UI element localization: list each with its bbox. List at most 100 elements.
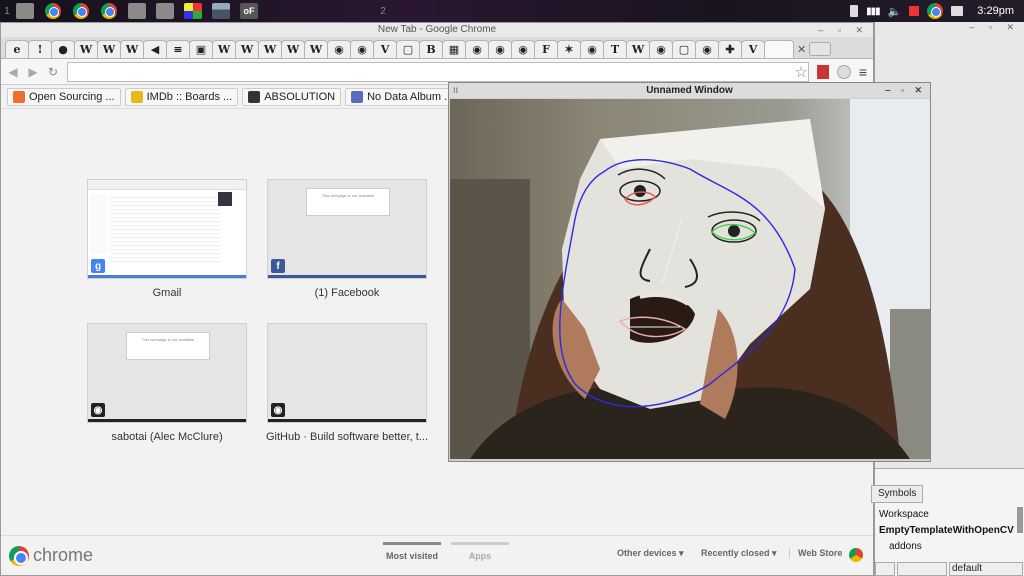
most-visited-tile[interactable]: ◉: [267, 323, 427, 423]
web-store-icon[interactable]: [849, 548, 863, 562]
browser-tab[interactable]: ▣: [189, 40, 213, 58]
omnibox[interactable]: ☆: [67, 61, 809, 82]
tile-label[interactable]: sabotai (Alec McClure): [77, 431, 257, 443]
status-cell: [875, 562, 895, 576]
browser-tab[interactable]: V: [741, 40, 765, 58]
scrollbar[interactable]: [1017, 507, 1023, 533]
browser-tab[interactable]: ◀: [143, 40, 167, 58]
tab-favicon-icon: ✶: [564, 43, 574, 56]
mail-icon[interactable]: [951, 6, 964, 16]
browser-tab[interactable]: ●: [51, 40, 75, 58]
reload-icon[interactable]: ↻: [47, 65, 59, 79]
browser-tab[interactable]: ◉: [327, 40, 351, 58]
chrome-launcher-icon[interactable]: [72, 3, 90, 19]
browser-tab[interactable]: ▦: [442, 40, 466, 58]
app-grid-icon[interactable]: [184, 3, 202, 19]
browser-tab[interactable]: V: [373, 40, 397, 58]
tile-label[interactable]: GitHub · Build software better, t...: [257, 431, 437, 443]
browser-tab[interactable]: !: [28, 40, 52, 58]
clipboard-icon[interactable]: [850, 5, 859, 17]
tree-item[interactable]: Workspace: [879, 509, 929, 520]
window-app-icon[interactable]: [212, 3, 230, 19]
tab-favicon-icon: ◉: [702, 43, 712, 56]
bookmark-item[interactable]: No Data Album ...: [345, 87, 460, 106]
opencv-title-bar[interactable]: ⁝⁝ Unnamed Window ‒ ▫ ✕: [449, 83, 930, 98]
extension-icon[interactable]: [836, 64, 851, 79]
other-devices-menu[interactable]: Other devices ▾: [617, 548, 684, 559]
new-tab-button[interactable]: [809, 42, 832, 56]
tile-label[interactable]: (1) Facebook: [257, 287, 437, 299]
grip-icon: ⁝⁝: [453, 86, 459, 95]
menu-icon[interactable]: ≡: [859, 64, 867, 80]
forward-icon[interactable]: ▶: [27, 65, 39, 79]
symbols-tab[interactable]: Symbols: [871, 485, 924, 503]
browser-tab[interactable]: W: [120, 40, 144, 58]
browser-tab[interactable]: ✶: [557, 40, 581, 58]
browser-tab[interactable]: W: [235, 40, 259, 58]
tab-favicon-icon: W: [263, 43, 277, 56]
chrome-launcher-icon[interactable]: [100, 3, 118, 19]
signal-icon[interactable]: ▮▮▮: [866, 6, 880, 17]
tab-most-visited[interactable]: Most visited: [383, 542, 441, 561]
back-icon[interactable]: ◀: [7, 65, 19, 79]
bookmark-star-icon[interactable]: ☆: [794, 63, 807, 81]
openframeworks-icon[interactable]: oF: [240, 3, 258, 19]
folder-icon[interactable]: [16, 3, 34, 19]
bookmark-item[interactable]: IMDb :: Boards ...: [124, 87, 239, 106]
window-controls[interactable]: ‒ ▫ ✕: [885, 83, 926, 98]
tile-label[interactable]: Gmail: [77, 287, 257, 299]
chrome-tray-icon[interactable]: [927, 3, 944, 19]
browser-tab[interactable]: T: [603, 40, 627, 58]
tab-favicon-icon: ≡: [173, 43, 183, 56]
browser-tab[interactable]: W: [304, 40, 328, 58]
browser-tab[interactable]: e: [5, 40, 29, 58]
files-icon[interactable]: [156, 3, 174, 19]
browser-tab[interactable]: W: [212, 40, 236, 58]
browser-tab[interactable]: W: [281, 40, 305, 58]
browser-tab[interactable]: ▢: [396, 40, 420, 58]
tab-favicon-icon: ✚: [725, 43, 735, 56]
active-tab[interactable]: [764, 40, 794, 58]
browser-tab[interactable]: W: [97, 40, 121, 58]
tab-favicon-icon: T: [610, 43, 620, 56]
browser-tab[interactable]: ◉: [649, 40, 673, 58]
browser-tab[interactable]: ✚: [718, 40, 742, 58]
battery-icon[interactable]: [909, 6, 920, 16]
browser-tab[interactable]: W: [74, 40, 98, 58]
browser-tab[interactable]: W: [258, 40, 282, 58]
folder-icon[interactable]: [128, 3, 146, 19]
chrome-title-bar[interactable]: New Tab - Google Chrome ‒ ▫ ✕: [1, 23, 873, 37]
browser-tab[interactable]: B: [419, 40, 443, 58]
clock[interactable]: 3:29pm: [977, 5, 1014, 17]
tree-item[interactable]: EmptyTemplateWithOpenCV: [879, 525, 1014, 536]
most-visited-tile[interactable]: This webpage is not available f: [267, 179, 427, 279]
window-controls[interactable]: ‒ ▫ ✕: [875, 22, 1024, 36]
workspace-number-left[interactable]: 1: [0, 6, 14, 17]
window-controls[interactable]: ‒ ▫ ✕: [818, 23, 869, 37]
workspace-number-right[interactable]: 2: [376, 6, 390, 17]
browser-tab[interactable]: ▢: [672, 40, 696, 58]
volume-icon[interactable]: 🔈: [888, 5, 902, 18]
chrome-launcher-icon[interactable]: [44, 3, 62, 19]
recently-closed-menu[interactable]: Recently closed ▾: [701, 548, 777, 559]
extension-icon[interactable]: [816, 64, 829, 79]
bookmark-item[interactable]: ABSOLUTION: [242, 87, 342, 106]
most-visited-tile[interactable]: g: [87, 179, 247, 279]
browser-tab[interactable]: ≡: [166, 40, 190, 58]
browser-tab[interactable]: ◉: [580, 40, 604, 58]
most-visited-tile[interactable]: This webpage is not available ◉: [87, 323, 247, 423]
browser-tab[interactable]: F: [534, 40, 558, 58]
web-store-link[interactable]: Web Store: [789, 548, 842, 558]
close-tab-icon[interactable]: ✕: [797, 43, 806, 56]
browser-tab[interactable]: ◉: [350, 40, 374, 58]
bookmark-item[interactable]: Open Sourcing ...: [7, 87, 121, 106]
browser-tab[interactable]: ◉: [695, 40, 719, 58]
browser-tab[interactable]: ◉: [511, 40, 535, 58]
tree-item[interactable]: addons: [889, 541, 922, 552]
browser-tab[interactable]: W: [626, 40, 650, 58]
browser-tab[interactable]: ◉: [465, 40, 489, 58]
browser-tab[interactable]: ◉: [488, 40, 512, 58]
tab-apps[interactable]: Apps: [451, 542, 509, 561]
gmail-favicon-icon: g: [91, 259, 105, 273]
tab-favicon-icon: ◉: [472, 43, 482, 56]
